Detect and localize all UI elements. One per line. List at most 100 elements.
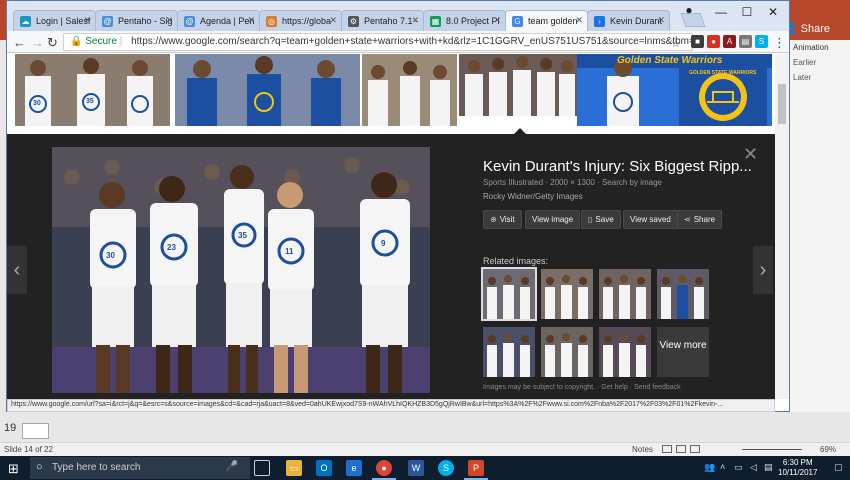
main-preview-image[interactable]: 30 23 35 11 9 <box>52 147 430 393</box>
page-scrollbar[interactable] <box>775 54 789 399</box>
view-image-button[interactable]: View image <box>525 210 581 229</box>
related-image-thumbnail[interactable] <box>599 269 651 319</box>
extension-skype-icon[interactable]: S <box>755 35 768 48</box>
result-thumbnail[interactable]: 30 35 <box>15 54 170 126</box>
url-text: https://www.google.com/search?q=team+gol… <box>131 36 693 47</box>
word-icon[interactable]: W <box>408 460 424 476</box>
view-buttons <box>662 445 704 455</box>
people-icon[interactable]: 👥 <box>704 462 715 473</box>
tab-label: Pentaho 7.1 - <box>364 16 419 26</box>
browser-tab[interactable]: @ Pentaho - Sig ✕ <box>95 10 178 31</box>
close-window-icon[interactable]: ✕ <box>763 5 783 19</box>
browser-tab[interactable]: ⚙ Pentaho 7.1 - ✕ <box>341 10 424 31</box>
result-thumbnail[interactable] <box>362 54 457 126</box>
slide-thumbnail[interactable] <box>22 423 49 439</box>
reading-view-icon[interactable] <box>690 445 700 453</box>
tab-label: Pentaho - Sig <box>118 16 173 26</box>
selected-result-thumbnail[interactable] <box>459 54 577 116</box>
action-center-icon[interactable]: ▢ <box>834 462 843 473</box>
extension-acrobat-icon[interactable]: A <box>723 35 736 48</box>
tab-favicon-icon: @ <box>184 16 195 27</box>
browser-tab[interactable]: ◎ https://globa ✕ <box>259 10 342 31</box>
tab-close-icon[interactable]: ✕ <box>329 15 337 26</box>
notes-button[interactable]: Notes <box>632 445 653 454</box>
tab-close-icon[interactable]: ✕ <box>657 15 665 26</box>
slide-number: 19 <box>4 422 17 434</box>
result-thumbnail[interactable] <box>175 54 360 126</box>
browser-tab[interactable]: Gteam golden ✕ <box>505 10 588 31</box>
zoom-slider[interactable] <box>742 449 802 450</box>
tab-close-icon[interactable]: ✕ <box>411 15 419 26</box>
back-icon[interactable]: ← <box>13 35 26 50</box>
extension-grey-icon[interactable]: ▤ <box>739 35 752 48</box>
volume-icon[interactable]: ◁ <box>750 462 757 473</box>
sorter-view-icon[interactable] <box>676 445 686 453</box>
zoom-level[interactable]: 69% <box>820 445 836 454</box>
related-image-thumbnail[interactable] <box>657 269 709 319</box>
minimize-icon[interactable]: — <box>711 5 731 19</box>
tab-label: Agenda | Pen <box>200 16 255 26</box>
tab-close-icon[interactable]: ✕ <box>493 15 501 26</box>
extension-box-icon[interactable]: ■ <box>691 35 704 48</box>
share-image-button[interactable]: ⋖ Share <box>677 210 723 229</box>
previous-image-arrow[interactable]: ‹ <box>7 246 27 294</box>
taskbar-search-box[interactable]: ○ Type here to search 🎤 <box>30 457 250 479</box>
scrollbar-thumb[interactable] <box>778 84 786 124</box>
browser-tab[interactable]: ▦ 8.0 Project Pl ✕ <box>423 10 506 31</box>
taskbar-clock[interactable]: 6:30 PM 10/11/2017 <box>778 458 817 478</box>
tab-close-icon[interactable]: ✕ <box>83 15 91 26</box>
maximize-icon[interactable]: ☐ <box>737 5 757 19</box>
browser-tab[interactable]: @ Agenda | Pen ✕ <box>177 10 260 31</box>
related-image-thumbnail[interactable] <box>541 327 593 377</box>
forward-icon[interactable]: → <box>31 35 44 50</box>
copyright-disclaimer[interactable]: Images may be subject to copyright. · Ge… <box>483 384 681 391</box>
search-icon: ○ <box>36 461 43 473</box>
related-images-label: Related images: <box>483 256 549 266</box>
powerpoint-icon[interactable]: P <box>468 460 484 476</box>
notification-icon[interactable]: ▤ <box>764 462 773 473</box>
view-more-button[interactable]: View more <box>657 327 709 377</box>
task-view-icon[interactable] <box>254 460 270 476</box>
browser-tab[interactable]: ☁ Login | Salesf ✕ <box>13 10 96 31</box>
chrome-taskbar-icon[interactable]: ● <box>376 460 392 476</box>
file-explorer-icon[interactable]: ▭ <box>286 460 302 476</box>
network-icon[interactable]: ▭ <box>734 462 743 473</box>
related-image-thumbnail[interactable] <box>599 327 651 377</box>
share-button[interactable]: 👤 Share <box>784 22 830 35</box>
link-status-bar: https://www.google.com/url?sa=i&rct=j&q=… <box>7 399 775 412</box>
pane-item-earlier[interactable]: Earlier <box>789 55 850 70</box>
related-image-thumbnail[interactable] <box>481 267 537 321</box>
pane-item-later[interactable]: Later <box>789 70 850 85</box>
image-title[interactable]: Kevin Durant's Injury: Six Biggest Ripp.… <box>483 158 752 175</box>
skype-icon[interactable]: S <box>438 460 454 476</box>
tab-favicon-icon: @ <box>102 16 113 27</box>
tab-close-icon[interactable]: ✕ <box>575 15 583 26</box>
normal-view-icon[interactable] <box>662 445 672 453</box>
profile-icon[interactable]: ● <box>679 3 699 17</box>
image-credit: Rocky Widner/Getty Images <box>483 192 583 201</box>
powerpoint-status-bar: Slide 14 of 22 Notes 69% <box>0 442 850 456</box>
tab-close-icon[interactable]: ✕ <box>165 15 173 26</box>
windows-start-icon[interactable]: ⊞ <box>8 461 19 477</box>
edge-icon[interactable]: e <box>346 460 362 476</box>
related-image-thumbnail[interactable] <box>483 327 535 377</box>
tab-favicon-icon: ◎ <box>266 16 277 27</box>
tab-close-icon[interactable]: ✕ <box>247 15 255 26</box>
related-image-thumbnail[interactable] <box>541 269 593 319</box>
bookmark-star-icon[interactable]: ☆ <box>671 37 681 50</box>
view-saved-button[interactable]: View saved <box>623 210 678 229</box>
chevron-right-icon: › <box>759 259 767 281</box>
chrome-window: ☁ Login | Salesf ✕ @ Pentaho - Sig ✕ @ Agenda |… <box>6 0 790 412</box>
visit-button[interactable]: ⊕ Visit <box>483 210 522 229</box>
outlook-icon[interactable]: O <box>316 460 332 476</box>
address-bar[interactable]: 🔒 Secure | https://www.google.com/search… <box>63 33 693 51</box>
save-button[interactable]: ▯ Save <box>581 210 621 229</box>
microphone-icon[interactable]: 🎤 <box>226 461 238 472</box>
chrome-menu-icon[interactable]: ⋮ <box>773 35 786 51</box>
result-thumbnail[interactable]: Golden State Warriors GOLDEN STATE WARRI… <box>577 54 772 126</box>
chevron-up-icon[interactable]: ˄ <box>720 462 725 472</box>
browser-tab[interactable]: › Kevin Durant ✕ <box>587 10 670 31</box>
reload-icon[interactable]: ↻ <box>47 35 58 51</box>
next-image-arrow[interactable]: › <box>753 246 773 294</box>
extension-red-icon[interactable]: ● <box>707 35 720 48</box>
